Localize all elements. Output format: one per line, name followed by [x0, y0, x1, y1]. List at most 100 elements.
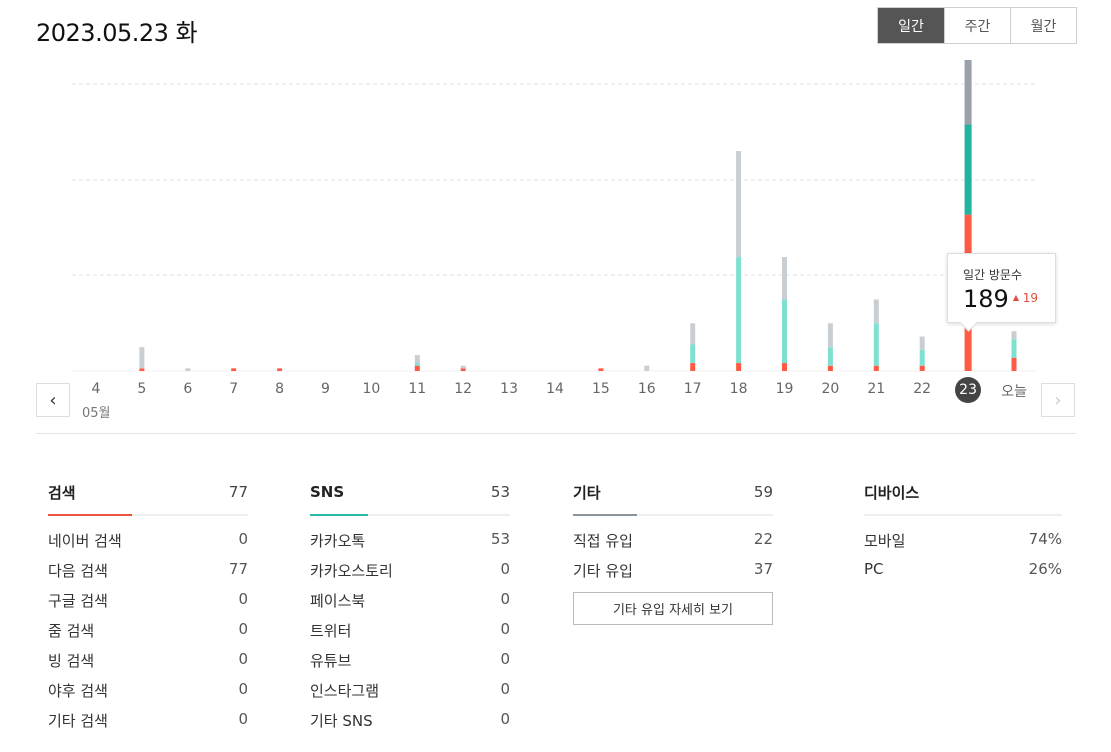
x-tick-label[interactable]: 13 [489, 381, 529, 397]
page-title: 2023.05.23 화 [36, 19, 198, 47]
bar-segment[interactable] [964, 124, 972, 215]
bar-segment[interactable] [414, 365, 420, 371]
bar-segment[interactable] [460, 365, 466, 369]
bar-segment[interactable] [919, 365, 925, 371]
x-tick-label[interactable]: 21 [856, 381, 896, 397]
bar-segment[interactable] [1011, 357, 1017, 371]
bar-segment[interactable] [690, 363, 696, 371]
x-tick-label[interactable]: 오늘 [994, 381, 1034, 401]
bar-segment[interactable] [414, 363, 420, 366]
sns-bar-fill [310, 514, 368, 516]
search-total: 77 [228, 483, 248, 501]
bar-segment[interactable] [827, 365, 833, 371]
sns-bar [310, 514, 510, 516]
x-tick-label[interactable]: 9 [306, 381, 346, 397]
x-tick-label[interactable]: 5 [122, 381, 162, 397]
tooltip-label: 일간 방문수 [963, 268, 1023, 282]
sns-heading: SNS [310, 483, 345, 501]
sns-row: 트위터 0 [310, 620, 510, 650]
tab-weekly[interactable]: 주간 [944, 8, 1010, 43]
x-tick-label[interactable]: 17 [673, 381, 713, 397]
bar-segment[interactable] [873, 299, 879, 324]
bar-segment[interactable] [139, 347, 145, 369]
sns-row-value: 0 [500, 620, 510, 638]
device-stats: 디바이스 모바일 74% PC 26% [864, 480, 1062, 590]
visitor-bar-chart [72, 60, 1037, 372]
etc-bar-fill [573, 514, 637, 516]
search-bar-fill [48, 514, 132, 516]
period-tabs: 일간 주간 월간 [877, 7, 1077, 44]
bar-segment[interactable] [782, 257, 787, 300]
bar-segment[interactable] [185, 368, 191, 371]
bar-segment[interactable] [598, 368, 604, 371]
bar-segment[interactable] [460, 368, 466, 371]
bar-segment[interactable] [139, 368, 145, 371]
search-row-value: 77 [228, 560, 248, 578]
x-tick-label[interactable]: 15 [581, 381, 621, 397]
bar-segment[interactable] [1011, 339, 1017, 358]
x-tick-label[interactable]: 18 [719, 381, 759, 397]
bar-segment[interactable] [414, 355, 420, 364]
sns-row: 기타 SNS 0 [310, 710, 510, 740]
x-tick-label[interactable]: 23 [955, 377, 982, 403]
x-tick-label[interactable]: 20 [810, 381, 850, 397]
chevron-left-icon: ‹ [49, 389, 57, 411]
sns-row-value: 0 [500, 650, 510, 668]
x-tick-label[interactable]: 14 [535, 381, 575, 397]
tab-monthly[interactable]: 월간 [1010, 8, 1076, 43]
bar-segment[interactable] [736, 151, 742, 258]
x-tick-label[interactable]: 4 [76, 381, 116, 397]
x-tick-label[interactable]: 10 [351, 381, 391, 397]
x-tick-label[interactable]: 19 [765, 381, 805, 397]
bar-segment[interactable] [736, 257, 742, 364]
etc-detail-button[interactable]: 기타 유입 자세히 보기 [573, 592, 773, 625]
tab-daily[interactable]: 일간 [878, 8, 944, 43]
x-tick-label[interactable]: 6 [168, 381, 208, 397]
bar-segment[interactable] [231, 368, 237, 371]
next-button[interactable]: › [1041, 383, 1075, 417]
bar-segment[interactable] [1011, 331, 1017, 340]
sns-row: 페이스북 0 [310, 590, 510, 620]
bar-segment[interactable] [919, 349, 925, 366]
x-tick-label[interactable]: 7 [214, 381, 254, 397]
visitor-chart [0, 60, 1111, 380]
x-tick-label[interactable]: 22 [902, 381, 942, 397]
bar-segment[interactable] [827, 347, 833, 366]
tooltip-value: 189 [963, 285, 1009, 313]
bar-segment[interactable] [690, 344, 696, 364]
search-row-name: 네이버 검색 [48, 532, 122, 550]
prev-button[interactable]: ‹ [36, 383, 70, 417]
bar-segment[interactable] [964, 60, 972, 125]
device-row-name: PC [864, 560, 884, 578]
bar-segment[interactable] [873, 365, 879, 371]
bar-segment[interactable] [644, 365, 650, 371]
bar-segment[interactable] [736, 363, 742, 371]
sns-total: 53 [490, 483, 510, 501]
bar-segment[interactable] [277, 368, 283, 371]
up-triangle-icon: ▲ [1012, 293, 1019, 302]
sns-row: 유튜브 0 [310, 650, 510, 680]
x-tick-label[interactable]: 12 [443, 381, 483, 397]
etc-total: 59 [753, 483, 773, 501]
sns-row: 카카오스토리 0 [310, 560, 510, 590]
x-tick-label[interactable]: 16 [627, 381, 667, 397]
etc-heading: 기타 [573, 483, 601, 502]
bar-segment[interactable] [919, 336, 925, 350]
etc-row-name: 기타 유입 [573, 562, 633, 580]
etc-row-value: 22 [753, 530, 773, 548]
etc-row: 직접 유입 22 [573, 530, 773, 560]
bar-segment[interactable] [690, 323, 696, 345]
bar-segment[interactable] [782, 299, 787, 364]
x-tick-label[interactable]: 8 [260, 381, 300, 397]
bar-segment[interactable] [873, 323, 879, 366]
search-row: 구글 검색 0 [48, 590, 248, 620]
x-tick-label[interactable]: 11 [397, 381, 437, 397]
sns-row-name: 카카오톡 [310, 532, 366, 550]
device-row-name: 모바일 [864, 532, 906, 550]
etc-row-name: 직접 유입 [573, 532, 633, 550]
sns-row-name: 유튜브 [310, 652, 352, 670]
etc-row-value: 37 [753, 560, 773, 578]
bar-segment[interactable] [782, 363, 787, 371]
bar-segment[interactable] [827, 323, 833, 348]
search-row: 기타 검색 0 [48, 710, 248, 740]
